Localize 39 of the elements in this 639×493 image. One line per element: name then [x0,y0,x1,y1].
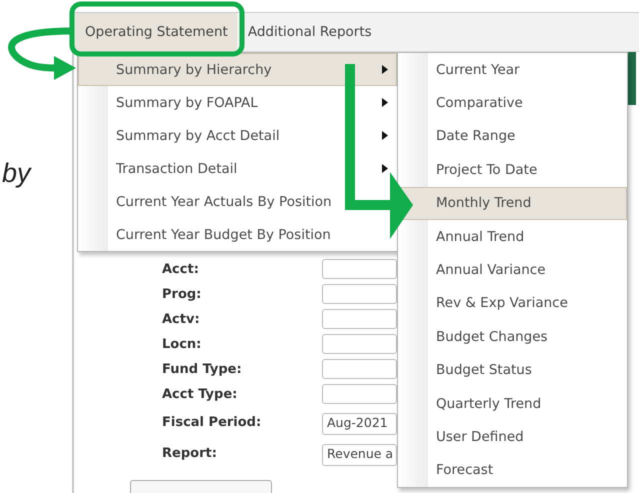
menu-item[interactable]: Quarterly Trend [398,386,627,420]
menu-item[interactable]: Summary by FOAPAL [78,86,397,119]
field-label: Report: [162,446,218,460]
menu-item[interactable]: Forecast [398,454,627,488]
curved-arrow [8,28,76,80]
field-label: Prog: [162,286,202,302]
menu-item[interactable]: Date Range [398,120,627,154]
menu-item[interactable]: Comparative [398,86,627,120]
menu-item[interactable]: Budget Changes [398,320,627,354]
menu-item[interactable]: Rev & Exp Variance [398,286,627,320]
menu-item[interactable]: User Defined [398,420,627,454]
input-field[interactable]: Aug-2021 [322,413,397,435]
field-label: Fund Type: [162,362,243,376]
menu-item[interactable]: Summary by Hierarchy [78,53,397,86]
menu-item[interactable]: Annual Trend [398,220,627,254]
field-label: Actv: [162,312,201,326]
field-label: Fiscal Period: [162,414,262,430]
menu-tab[interactable]: Additional Reports [236,13,381,51]
input-field[interactable] [322,334,397,354]
menu-item[interactable]: Current Year [398,53,627,86]
menu-item[interactable]: Transaction Detail [78,152,397,185]
menu-item[interactable]: Summary by Acct Detail [78,119,397,152]
menu-item[interactable]: Budget Status [398,354,627,387]
menu-tab[interactable]: Operating Statement [74,13,237,51]
menu-item[interactable]: Current Year Budget By Position [78,218,397,251]
header-strip [628,52,636,105]
menu-item[interactable]: Project To Date [398,153,627,187]
input-field[interactable] [322,384,397,404]
input-field[interactable] [322,284,397,304]
field-label: Acct Type: [162,386,238,402]
menu-item[interactable]: Monthly Trend [398,186,627,220]
field-label: Locn: [162,336,202,352]
annotation-text: by [2,158,33,189]
input-field[interactable]: Revenue a [322,444,397,466]
menu-item[interactable]: Annual Variance [398,253,627,287]
input-field[interactable] [322,309,397,329]
input-field[interactable] [322,259,397,279]
input-field[interactable] [322,359,397,379]
field-label: Acct: [162,262,200,276]
